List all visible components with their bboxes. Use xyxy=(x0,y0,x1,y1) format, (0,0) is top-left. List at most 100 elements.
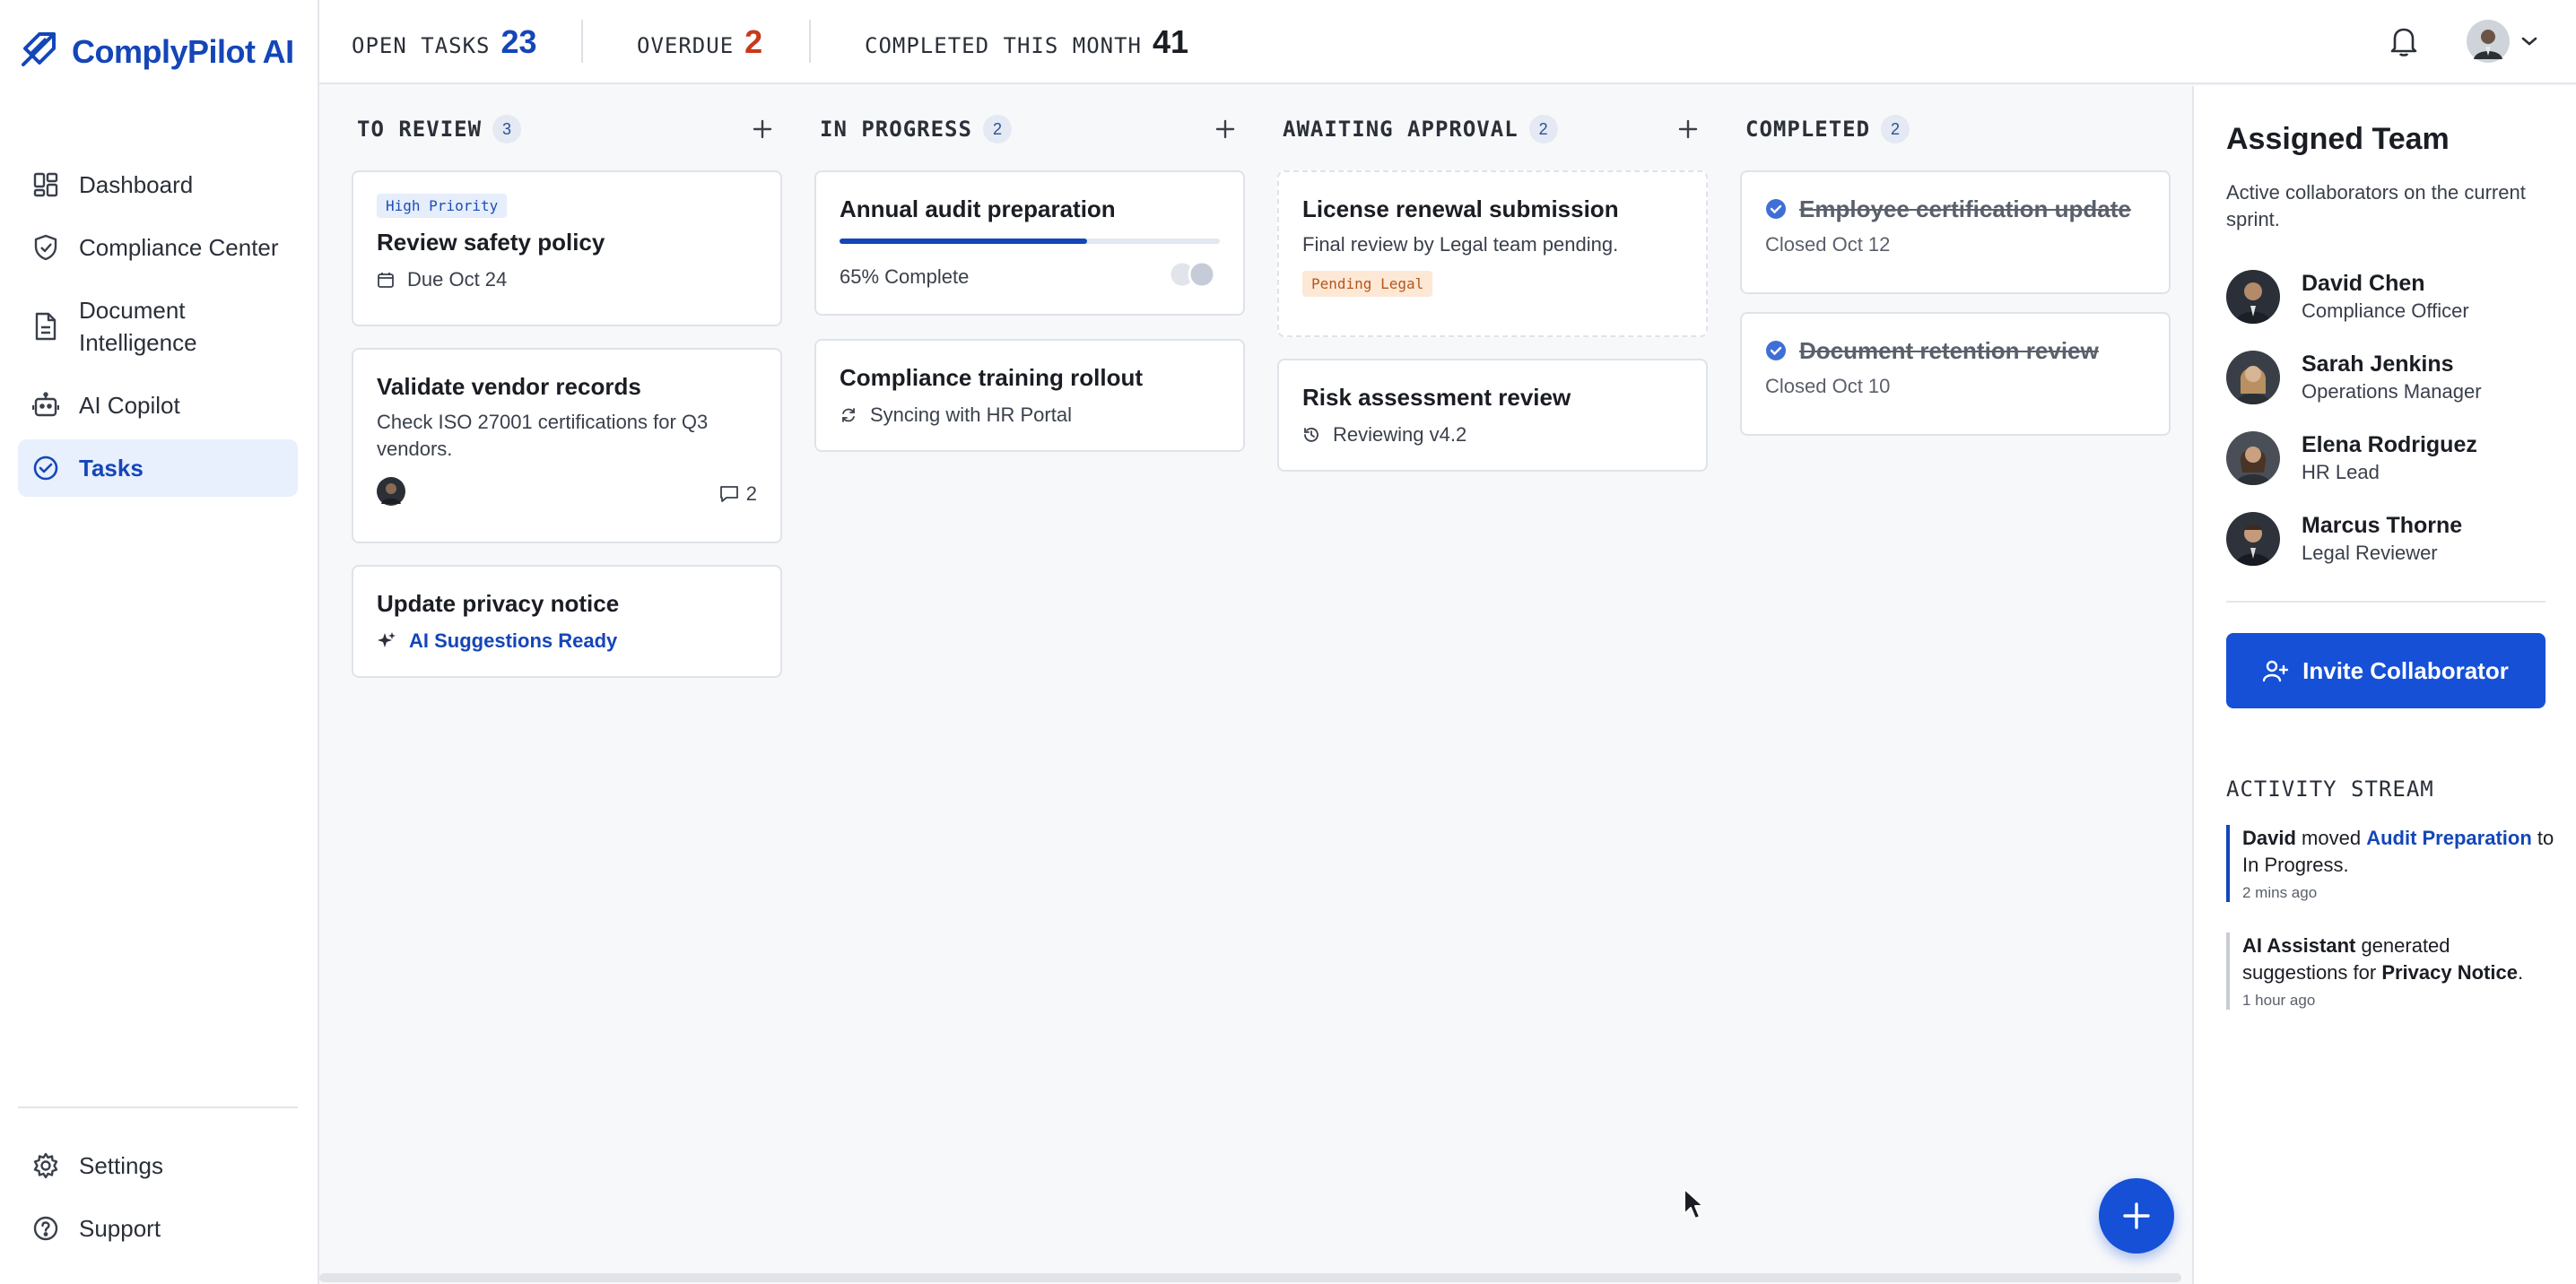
member-name: Elena Rodriguez xyxy=(2302,432,2477,457)
activity-time: 2 mins ago xyxy=(2242,884,2318,901)
mouse-cursor-icon xyxy=(1683,1187,1706,1226)
column-header: AWAITING APPROVAL 2 xyxy=(1283,113,1708,145)
card-title: Compliance training rollout xyxy=(840,364,1144,391)
sidebar-item-dashboard[interactable]: Dashboard xyxy=(18,156,298,213)
card-description: Final review by Legal team pending. xyxy=(1302,233,1619,256)
priority-badge: High Priority xyxy=(377,194,508,218)
stat-label: COMPLETED THIS MONTH xyxy=(865,33,1142,58)
user-plus-icon xyxy=(2263,660,2289,682)
sidebar-item-label: Dashboard xyxy=(79,171,194,198)
add-card-button[interactable] xyxy=(1672,113,1704,145)
card-title: Update privacy notice xyxy=(377,590,620,617)
plus-icon xyxy=(1215,119,1235,139)
assigned-team-panel: Assigned Team Active collaborators on th… xyxy=(2192,86,2576,1284)
team-member[interactable]: David Chen Compliance Officer xyxy=(2226,269,2469,325)
column-title: TO REVIEW xyxy=(357,117,483,142)
comment-count[interactable]: 2 xyxy=(719,481,757,508)
activity-item: David moved Audit Preparation to In Prog… xyxy=(2226,825,2558,902)
task-card[interactable]: Annual audit preparation 65% Complete xyxy=(814,170,1245,316)
stat-overdue: OVERDUE 2 xyxy=(637,23,762,61)
task-card[interactable]: Employee certification update Closed Oct… xyxy=(1740,170,2171,294)
progress-fill xyxy=(840,239,1087,244)
help-circle-icon xyxy=(32,1212,59,1245)
sidebar-item-support[interactable]: Support xyxy=(18,1200,298,1257)
task-card[interactable]: Document retention review Closed Oct 10 xyxy=(1740,312,2171,436)
card-title: Annual audit preparation xyxy=(840,195,1116,222)
sidebar-item-label: Tasks xyxy=(79,455,144,482)
user-menu-button[interactable] xyxy=(2467,20,2538,67)
card-footer: 65% Complete xyxy=(840,260,1220,293)
member-role: Compliance Officer xyxy=(2302,299,2469,322)
add-card-button[interactable] xyxy=(1209,113,1241,145)
app-name: ComplyPilot AI xyxy=(72,32,294,70)
panel-description: Active collaborators on the current spri… xyxy=(2226,181,2526,230)
notifications-button[interactable] xyxy=(2389,25,2418,62)
task-card[interactable]: Validate vendor records Check ISO 27001 … xyxy=(352,348,782,543)
avatar xyxy=(2226,431,2280,485)
card-title: Validate vendor records xyxy=(377,373,641,400)
column-header: IN PROGRESS 2 xyxy=(820,113,1245,145)
gear-icon xyxy=(32,1150,59,1182)
review-status: Reviewing v4.2 xyxy=(1302,421,1683,448)
sidebar-bottom-nav: Settings Support xyxy=(18,1137,298,1262)
app-logo[interactable]: ComplyPilot AI xyxy=(18,29,294,74)
comment-icon xyxy=(719,485,738,502)
top-bar: OPEN TASKS 23 OVERDUE 2 COMPLETED THIS M… xyxy=(319,0,2576,84)
task-card[interactable]: Compliance training rollout Syncing with… xyxy=(814,339,1245,452)
task-card[interactable]: Risk assessment review Reviewing v4.2 xyxy=(1277,359,1708,472)
member-role: HR Lead xyxy=(2302,461,2380,483)
card-title: Risk assessment review xyxy=(1302,384,1571,411)
team-member[interactable]: Elena Rodriguez HR Lead xyxy=(2226,430,2477,486)
task-card[interactable]: High Priority Review safety policy Due O… xyxy=(352,170,782,326)
avatar xyxy=(2226,351,2280,404)
closed-date: Closed Oct 12 xyxy=(1765,233,1891,256)
stat-value: 41 xyxy=(1152,23,1189,60)
stat-open-tasks: OPEN TASKS 23 xyxy=(352,23,537,61)
comment-count-value: 2 xyxy=(745,482,757,505)
sidebar-item-label: Compliance Center xyxy=(79,234,279,261)
status-text: Syncing with HR Portal xyxy=(870,403,1072,426)
task-board: TO REVIEW 3 High Priority Review safety … xyxy=(319,86,2192,1284)
team-member[interactable]: Sarah Jenkins Operations Manager xyxy=(2226,350,2482,405)
progress-bar xyxy=(840,239,1220,244)
sidebar-item-compliance-center[interactable]: Compliance Center xyxy=(18,219,298,276)
sidebar-item-document-intelligence[interactable]: Document Intelligence xyxy=(18,282,298,371)
document-icon xyxy=(32,294,59,359)
ai-suggestions[interactable]: AI Suggestions Ready xyxy=(377,628,757,655)
sidebar-item-settings[interactable]: Settings xyxy=(18,1137,298,1194)
invite-collaborator-button[interactable]: Invite Collaborator xyxy=(2226,633,2546,708)
task-card[interactable]: License renewal submission Final review … xyxy=(1277,170,1708,337)
chevron-down-icon xyxy=(2520,35,2538,52)
calendar-icon xyxy=(378,273,394,288)
column-count: 2 xyxy=(1528,115,1558,143)
sidebar-item-label: Support xyxy=(79,1215,161,1242)
sync-status: Syncing with HR Portal xyxy=(840,402,1220,429)
column-title: IN PROGRESS xyxy=(820,117,972,142)
robot-icon xyxy=(32,389,59,421)
sidebar-item-label: Document Intelligence xyxy=(79,297,197,356)
check-circle-icon xyxy=(32,452,59,484)
status-text: Reviewing v4.2 xyxy=(1333,423,1467,446)
column-count: 2 xyxy=(982,115,1012,143)
activity-text: AI Assistant generated suggestions for P… xyxy=(2242,933,2558,986)
task-card[interactable]: Update privacy notice AI Suggestions Rea… xyxy=(352,565,782,678)
column-title: COMPLETED xyxy=(1745,117,1871,142)
team-member[interactable]: Marcus Thorne Legal Reviewer xyxy=(2226,511,2462,567)
ai-suggestions-link[interactable]: AI Suggestions Ready xyxy=(409,628,617,655)
add-card-button[interactable] xyxy=(746,113,779,145)
status-badge: Pending Legal xyxy=(1302,271,1433,297)
activity-target-link[interactable]: Audit Preparation xyxy=(2366,827,2532,849)
activity-time: 1 hour ago xyxy=(2242,992,2316,1009)
card-title: Document retention review xyxy=(1799,337,2099,364)
sidebar-item-ai-copilot[interactable]: AI Copilot xyxy=(18,377,298,434)
sidebar-item-tasks[interactable]: Tasks xyxy=(18,439,298,497)
sparkle-icon xyxy=(378,632,396,647)
stat-value: 2 xyxy=(744,23,763,60)
horizontal-scrollbar[interactable] xyxy=(319,1273,2181,1282)
shield-check-icon xyxy=(32,231,59,264)
sidebar: ComplyPilot AI Dashboard Compliance Cent… xyxy=(0,0,319,1284)
activity-actor: AI Assistant xyxy=(2242,934,2356,957)
add-task-fab[interactable] xyxy=(2099,1178,2174,1254)
avatar xyxy=(2226,512,2280,566)
card-title: Employee certification update xyxy=(1799,195,2131,222)
